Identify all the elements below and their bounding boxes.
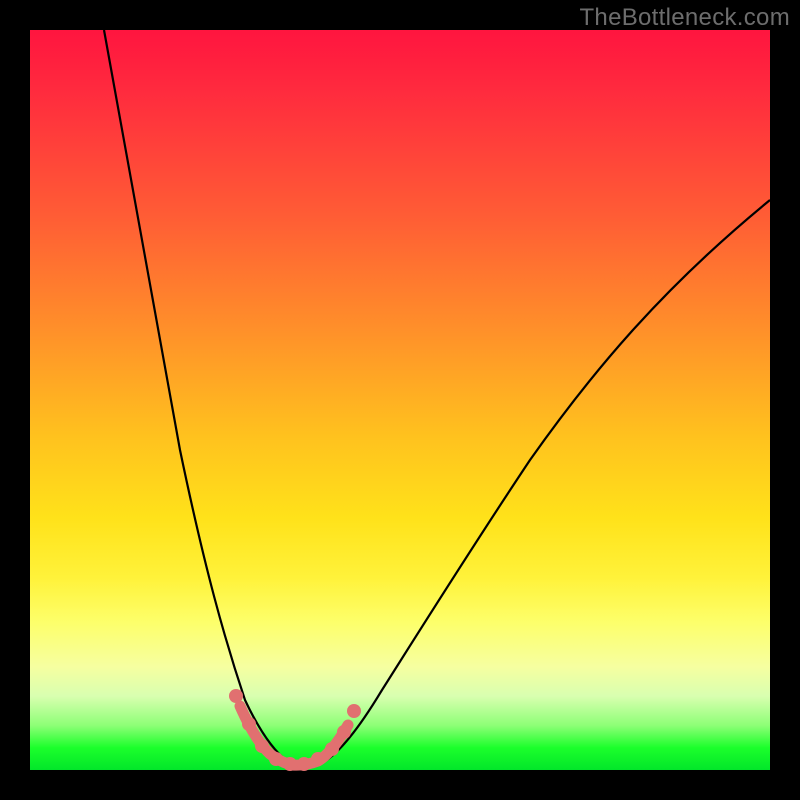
plot-area (30, 30, 770, 770)
optimal-marker (297, 757, 311, 771)
optimal-marker (347, 704, 361, 718)
bottleneck-curve-path (104, 30, 770, 766)
optimal-marker (325, 742, 339, 756)
optimal-marker (269, 752, 283, 766)
optimal-zone-path (240, 706, 348, 765)
watermark-text: TheBottleneck.com (579, 4, 790, 32)
optimal-marker (255, 739, 269, 753)
bottleneck-curve-svg (30, 30, 770, 770)
optimal-marker (337, 725, 351, 739)
optimal-marker (242, 717, 256, 731)
optimal-marker (229, 689, 243, 703)
optimal-marker (311, 752, 325, 766)
optimal-marker (283, 757, 297, 771)
chart-frame: TheBottleneck.com (0, 0, 800, 800)
